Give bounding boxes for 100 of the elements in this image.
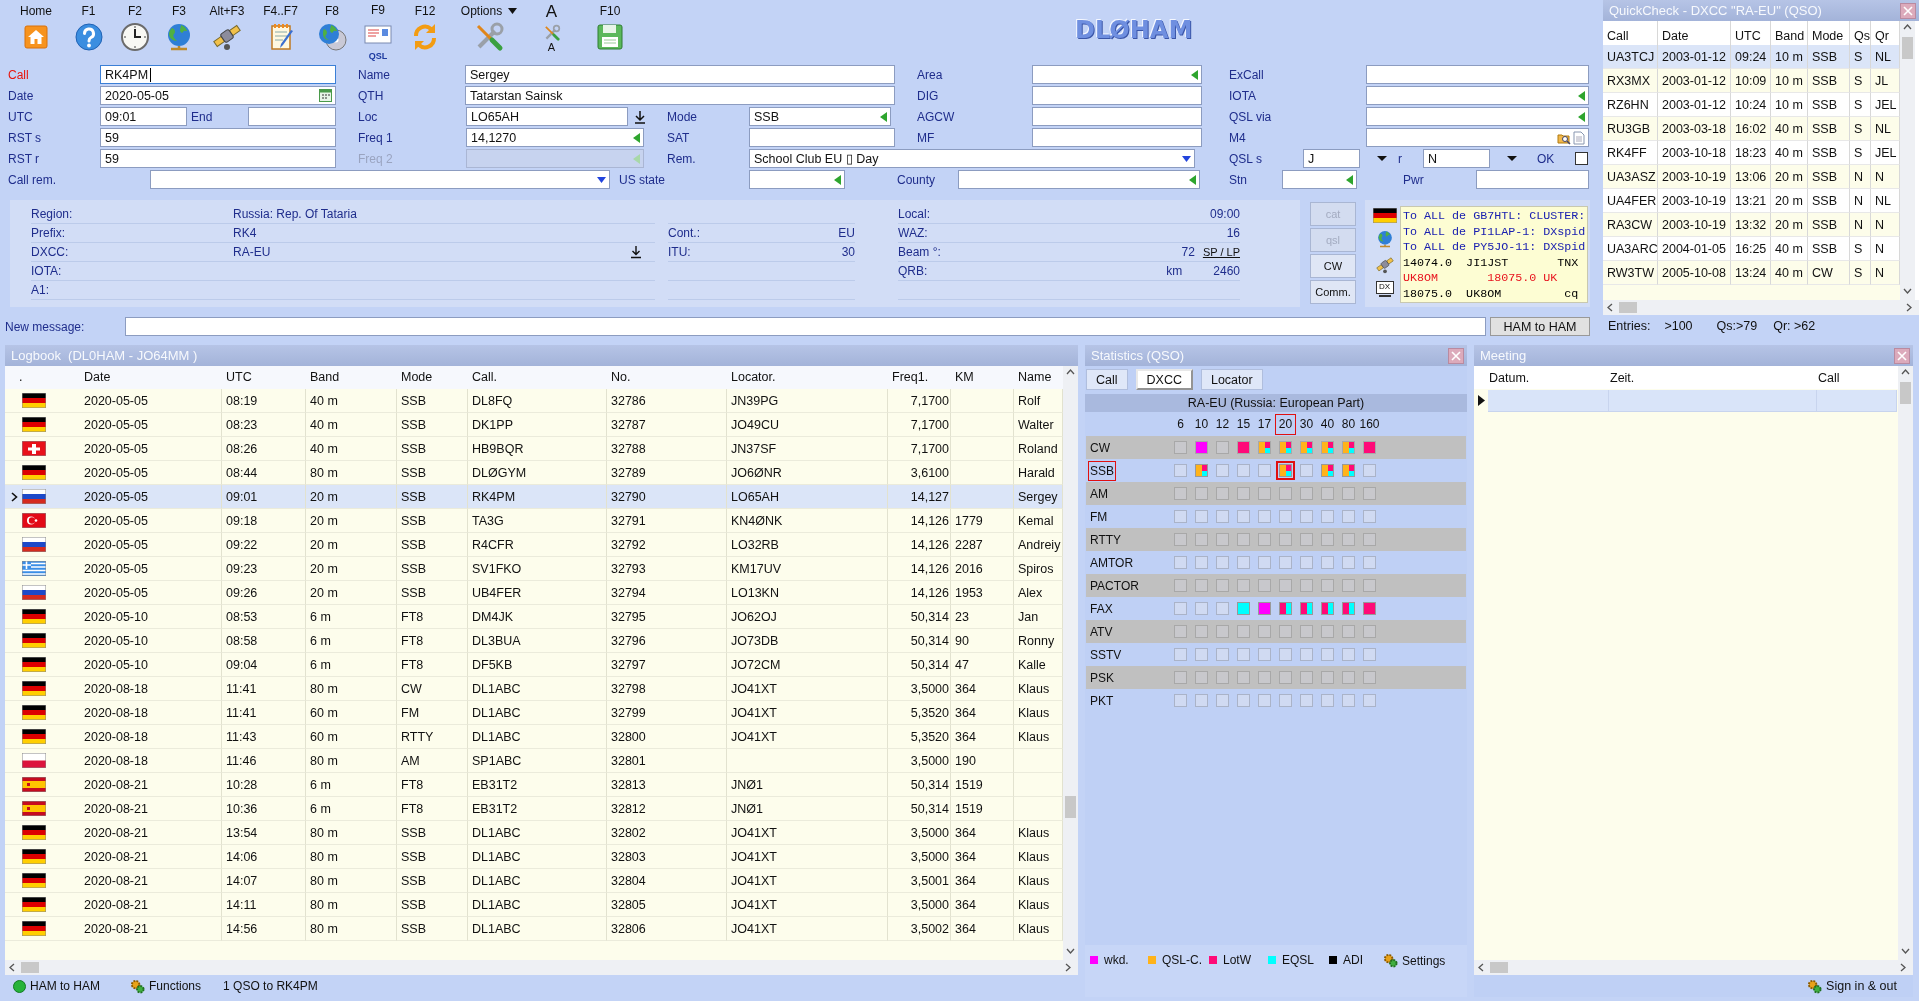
mode-label[interactable]: CW — [1088, 437, 1112, 458]
table-row[interactable]: RA3CW 2003-10-19 13:32 20 m SSB N N — [1603, 213, 1900, 237]
column-header[interactable]: Zeit. — [1609, 366, 1817, 389]
caret-down-icon[interactable] — [597, 176, 606, 183]
scrollbar-thumb[interactable] — [1619, 302, 1637, 313]
text-field[interactable] — [1476, 170, 1589, 189]
scrollbar-thumb[interactable] — [1902, 37, 1913, 59]
table-row[interactable]: 2020-08-21 14:07 80 m SSB DL1ABC 32804 JO41XT 3,5001 364 Klaus — [5, 869, 1063, 893]
band-label[interactable]: 20 — [1275, 413, 1296, 435]
table-row[interactable]: UA3ARC 2004-01-05 16:25 40 m SSB S N — [1603, 237, 1900, 261]
column-header[interactable]: Locator. — [727, 366, 888, 389]
scrollbar-thumb[interactable] — [21, 962, 39, 973]
band-label[interactable]: 12 — [1212, 413, 1233, 435]
picker-field[interactable] — [1282, 170, 1357, 189]
band-label[interactable]: 15 — [1233, 413, 1254, 435]
mode-label[interactable]: FM — [1088, 506, 1110, 527]
band-label[interactable]: 30 — [1296, 413, 1317, 435]
horizontal-scrollbar[interactable] — [1474, 960, 1913, 975]
text-field[interactable] — [1366, 65, 1589, 84]
table-row[interactable]: 2020-05-10 08:53 6 m FT8 DM4JK 32795 JO62OJ 50,314 23 Jan — [5, 605, 1063, 629]
horizontal-scrollbar[interactable] — [1603, 300, 1919, 315]
mode-label[interactable]: AM — [1088, 483, 1110, 504]
band-label[interactable]: 160 — [1359, 413, 1380, 435]
toolbar-button[interactable]: F1 — [64, 0, 113, 58]
mode-label[interactable]: PACTOR — [1088, 575, 1141, 596]
text-field[interactable]: 59 — [100, 149, 336, 168]
toolbar-button[interactable]: Home — [8, 0, 64, 58]
status-button[interactable]: HAM to HAM — [13, 979, 100, 993]
text-field[interactable] — [1032, 107, 1202, 126]
table-row[interactable]: 2020-05-05 09:18 20 m SSB TA3G 32791 KN4ØNK 14,126 1779 Kemal — [5, 509, 1063, 533]
column-header[interactable]: Datum. — [1488, 366, 1609, 389]
side-button[interactable]: CW — [1310, 254, 1356, 278]
column-header[interactable]: KM — [951, 366, 1014, 389]
toolbar-button[interactable]: Alt+F3 — [201, 0, 253, 58]
text-field[interactable]: 59 — [100, 128, 336, 147]
toolbar-button[interactable]: F4..F7 — [253, 0, 308, 58]
combo-field[interactable] — [150, 170, 610, 189]
message-field[interactable] — [125, 317, 1486, 336]
arrow-left-icon[interactable] — [880, 111, 887, 122]
mode-label[interactable]: SSB — [1088, 460, 1116, 481]
band-label[interactable]: 40 — [1317, 413, 1338, 435]
table-row[interactable]: 2020-05-10 08:58 6 m FT8 DL3BUA 32796 JO73DB 50,314 90 Ronny — [5, 629, 1063, 653]
picker-field[interactable] — [1032, 65, 1202, 84]
table-row[interactable]: 2020-08-18 11:43 60 m RTTY DL1ABC 32800 JO41XT 5,3520 364 Klaus — [5, 725, 1063, 749]
text-field[interactable]: N — [1423, 149, 1490, 168]
column-header[interactable]: . — [5, 366, 80, 389]
table-row[interactable]: 2020-05-05 09:22 20 m SSB R4CFR 32792 LO32RB 14,126 2287 Andreiy — [5, 533, 1063, 557]
table-row[interactable]: 2020-05-05 09:01 20 m SSB RK4PM 32790 LO65AH 14,127 Sergey — [5, 485, 1063, 509]
table-row[interactable]: 2020-05-10 09:04 6 m FT8 DF5KB 32797 JO72CM 50,314 47 Kalle — [5, 653, 1063, 677]
table-row[interactable]: 2020-08-21 14:06 80 m SSB DL1ABC 32803 JO41XT 3,5000 364 Klaus — [5, 845, 1063, 869]
date-field[interactable]: 2020-05-05 — [100, 86, 336, 105]
arrow-left-icon[interactable] — [1189, 174, 1196, 185]
mode-label[interactable]: SSTV — [1088, 644, 1124, 665]
scrollbar-thumb[interactable] — [1490, 962, 1508, 973]
table-row[interactable]: 2020-08-21 10:36 6 m FT8 EB31T2 32812 JNØ1 50,314 1519 — [5, 797, 1063, 821]
horizontal-scrollbar[interactable] — [5, 960, 1078, 975]
caret-down-icon[interactable] — [1182, 155, 1191, 162]
toolbar-button[interactable]: F8 — [308, 0, 356, 58]
send-button[interactable]: HAM to HAM — [1490, 317, 1590, 336]
selected-row[interactable] — [1488, 389, 1897, 412]
tab[interactable]: Locator — [1200, 369, 1263, 390]
column-header[interactable]: Mode — [397, 366, 468, 389]
close-icon[interactable] — [1448, 347, 1464, 364]
picker-field[interactable]: SSB — [749, 107, 891, 126]
table-row[interactable]: RZ6HN 2003-01-12 10:24 10 m SSB S JEL — [1603, 93, 1900, 117]
table-row[interactable]: UA3ASZ 2003-10-19 13:06 20 m SSB N N — [1603, 165, 1900, 189]
checkbox[interactable] — [1575, 152, 1588, 165]
text-field[interactable] — [1032, 86, 1202, 105]
table-row[interactable]: 2020-08-21 10:28 6 m FT8 EB31T2 32813 JNØ1 50,314 1519 — [5, 773, 1063, 797]
toolbar-button[interactable]: F10 — [575, 0, 645, 58]
memo-field[interactable] — [1366, 128, 1589, 147]
picker-field[interactable] — [1366, 107, 1589, 126]
toolbar-button[interactable]: F3 — [157, 0, 201, 58]
mode-label[interactable]: FAX — [1088, 598, 1115, 619]
arrow-left-icon[interactable] — [1346, 174, 1353, 185]
mode-label[interactable]: PSK — [1088, 667, 1116, 688]
table-row[interactable]: 2020-08-21 14:11 80 m SSB DL1ABC 32805 JO41XT 3,5000 364 Klaus — [5, 893, 1063, 917]
caret-down-icon[interactable] — [508, 7, 518, 14]
mode-label[interactable]: ATV — [1088, 621, 1115, 642]
sign-in-button[interactable]: Sign in & out — [1807, 978, 1897, 994]
vertical-scrollbar[interactable] — [1898, 366, 1913, 960]
picker-field[interactable] — [1366, 86, 1589, 105]
toolbar-button[interactable]: A A — [528, 0, 575, 58]
download-icon[interactable] — [632, 108, 648, 125]
arrow-left-icon[interactable] — [1578, 111, 1585, 122]
text-field[interactable]: 09:01 — [100, 107, 187, 126]
table-row[interactable]: 2020-05-05 08:23 40 m SSB DK1PP 32787 JO49CU 7,1700 Walter — [5, 413, 1063, 437]
close-icon[interactable] — [1900, 2, 1916, 19]
text-field[interactable]: J — [1303, 149, 1360, 168]
table-row[interactable]: UA3TCJ 2003-01-12 09:24 10 m SSB S NL — [1603, 45, 1900, 69]
text-field[interactable]: Tatarstan Sainsk — [465, 86, 895, 105]
table-row[interactable]: 2020-05-05 09:23 20 m SSB SV1FKO 32793 KM17UV 14,126 2016 Spiros — [5, 557, 1063, 581]
column-header[interactable]: Band — [306, 366, 397, 389]
band-label[interactable]: 6 — [1170, 413, 1191, 435]
download-icon[interactable] — [630, 245, 642, 259]
table-row[interactable]: RW3TW 2005-10-08 13:24 40 m CW S N — [1603, 261, 1900, 285]
side-button[interactable]: Comm. — [1310, 280, 1356, 304]
satellite-icon[interactable] — [1374, 255, 1395, 275]
scrollbar-thumb[interactable] — [1065, 796, 1076, 818]
table-row[interactable]: 2020-05-05 08:19 40 m SSB DL8FQ 32786 JN39PG 7,1700 Rolf — [5, 389, 1063, 413]
